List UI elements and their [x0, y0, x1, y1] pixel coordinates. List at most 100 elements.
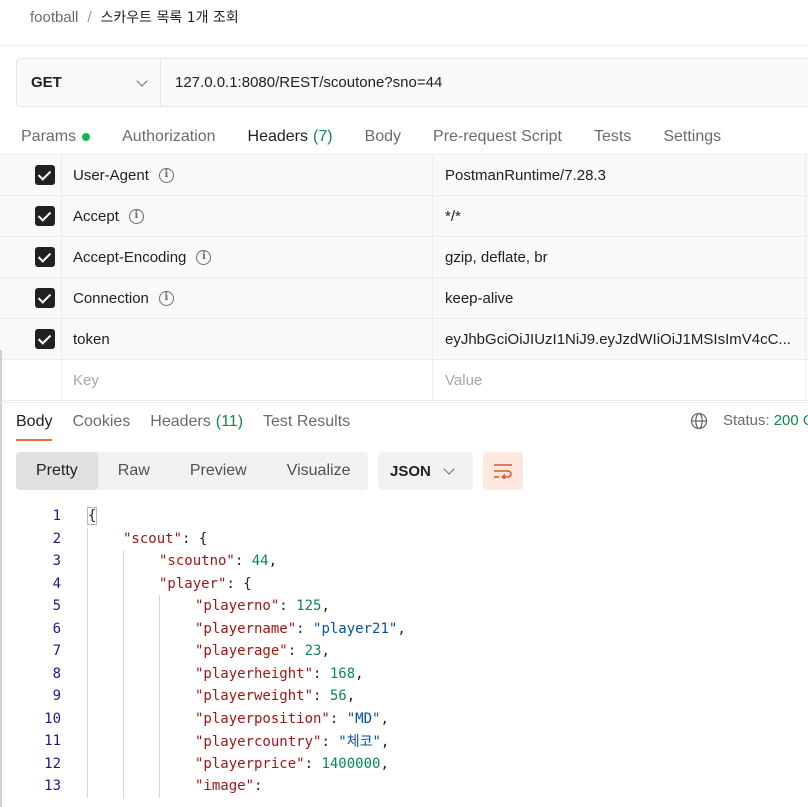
chevron-down-icon: [136, 74, 148, 87]
code-line: 11 "playercountry": "체코",: [0, 730, 808, 753]
header-value-input[interactable]: Value: [433, 360, 806, 400]
method-select[interactable]: GET: [17, 59, 161, 106]
header-row: Accept-Encoding i gzip, deflate, br: [0, 237, 808, 278]
json-punct: ,: [397, 620, 406, 637]
json-key: "player": [159, 575, 227, 592]
method-label: GET: [31, 74, 62, 91]
tab-params[interactable]: Params: [21, 118, 91, 156]
tab-pre-request-script[interactable]: Pre-request Script: [433, 118, 562, 156]
line-number: 4: [52, 575, 61, 592]
header-key[interactable]: User-Agent i: [62, 155, 433, 195]
response-tab-headers[interactable]: Headers (11): [150, 403, 243, 441]
header-key[interactable]: token: [62, 319, 433, 359]
code-line: 1{: [0, 505, 808, 528]
info-icon[interactable]: i: [158, 167, 174, 183]
tab-label: Settings: [663, 128, 722, 145]
header-value[interactable]: keep-alive: [433, 278, 806, 318]
json-string: "player21": [313, 620, 398, 637]
view-pretty-button[interactable]: Pretty: [16, 452, 98, 490]
tab-headers[interactable]: Headers (7): [247, 118, 333, 156]
json-key: "scoutno": [159, 553, 235, 570]
info-icon[interactable]: i: [196, 249, 212, 265]
status-code[interactable]: 200 O: [774, 412, 808, 429]
indent-guide: [123, 550, 124, 798]
code-text: "image":: [195, 778, 262, 794]
json-punct: :: [329, 710, 347, 727]
code-text: "playername": "player21",: [195, 621, 406, 637]
header-value[interactable]: PostmanRuntime/7.28.3: [433, 155, 806, 195]
header-key[interactable]: Connection i: [62, 278, 433, 318]
tab-label: Test Results: [263, 413, 351, 430]
tab-body[interactable]: Body: [365, 118, 401, 156]
json-key: "scout": [123, 530, 183, 547]
tab-label: Cookies: [72, 413, 131, 430]
header-key[interactable]: Accept-Encoding i: [62, 237, 433, 277]
tab-settings[interactable]: Settings: [663, 118, 721, 156]
response-tab-body[interactable]: Body: [16, 403, 53, 441]
header-row: Connection i keep-alive: [0, 278, 808, 319]
json-key: "image": [195, 778, 255, 795]
response-body[interactable]: 1{2 "scout": {3 "scoutno": 44, 4 "player": {…: [0, 505, 808, 807]
header-enabled-checkbox[interactable]: [34, 288, 55, 308]
breadcrumb-collection[interactable]: football: [30, 9, 78, 26]
view-preview-button[interactable]: Preview: [170, 452, 267, 490]
line-number: 3: [52, 553, 61, 570]
tab-label: Body: [364, 128, 402, 145]
request-name[interactable]: 스카우트 목록 1개 조회: [101, 7, 239, 27]
tab-authorization[interactable]: Authorization: [122, 118, 215, 156]
globe-icon[interactable]: [690, 412, 708, 430]
header-value[interactable]: eyJhbGciOiJIUzI1NiJ9.eyJzdWIiOiJ1MSIsImV…: [433, 319, 806, 359]
indent-guide: [159, 595, 160, 798]
header-key-input[interactable]: Key: [62, 360, 433, 400]
line-number: 8: [52, 665, 61, 682]
header-enable-cell: [0, 155, 62, 195]
header-enabled-checkbox[interactable]: [34, 206, 55, 226]
header-key[interactable]: Accept i: [62, 196, 433, 236]
json-punct: :: [313, 665, 330, 682]
code-line: 9 "playerweight": 56,: [0, 685, 808, 708]
header-enabled-checkbox[interactable]: [34, 329, 55, 349]
wrap-lines-icon: [494, 464, 512, 479]
info-icon[interactable]: i: [128, 208, 144, 224]
line-number: 11: [44, 733, 61, 750]
view-raw-button[interactable]: Raw: [98, 452, 170, 490]
format-select[interactable]: JSON: [378, 452, 473, 490]
code-line: 4 "player": {: [0, 573, 808, 596]
tab-label: Params: [21, 128, 77, 145]
json-punct: ,: [321, 598, 330, 615]
code-text: "playerweight": 56,: [195, 688, 355, 704]
header-value[interactable]: */*: [433, 196, 806, 236]
header-enabled-checkbox[interactable]: [34, 165, 55, 185]
tab-label: Authorization: [122, 128, 216, 145]
json-punct: ,: [355, 665, 364, 682]
code-text: "playerage": 23,: [195, 643, 330, 659]
response-tab-test-results[interactable]: Test Results: [263, 403, 350, 441]
json-punct: :: [313, 688, 330, 705]
line-number: 2: [52, 530, 61, 547]
info-icon[interactable]: i: [158, 290, 174, 306]
json-number: 23: [304, 643, 322, 660]
header-row: token eyJhbGciOiJIUzI1NiJ9.eyJzdWIiOiJ1MS…: [0, 319, 808, 360]
code-text: "playerheight": 168,: [195, 666, 364, 682]
json-key: "playername": [195, 620, 297, 637]
view-visualize-button[interactable]: Visualize: [267, 452, 371, 490]
header-row-new: Key Value: [0, 360, 808, 401]
request-bar: GET 127.0.0.1:8080/REST/scoutone?sno=44: [16, 58, 808, 107]
tab-tests[interactable]: Tests: [594, 118, 631, 156]
code-line: 7 "playerage": 23,: [0, 640, 808, 663]
header-enable-cell: [0, 196, 62, 236]
code-line: 6 "playername": "player21",: [0, 618, 808, 641]
response-tab-cookies[interactable]: Cookies: [72, 403, 130, 441]
params-indicator-dot: [82, 133, 91, 141]
json-punct: :: [296, 620, 314, 637]
response-status: Status:200 O: [723, 412, 808, 429]
code-text: "scout": {: [123, 531, 207, 547]
json-key: "playerposition": [195, 710, 330, 727]
header-enabled-checkbox[interactable]: [34, 247, 55, 267]
wrap-lines-button[interactable]: [483, 452, 523, 490]
json-punct: :: [234, 553, 252, 570]
url-input[interactable]: 127.0.0.1:8080/REST/scoutone?sno=44: [161, 59, 808, 106]
header-value[interactable]: gzip, deflate, br: [433, 237, 806, 277]
code-text: "playercountry": "체코",: [195, 731, 389, 751]
line-number: 1: [52, 508, 61, 525]
